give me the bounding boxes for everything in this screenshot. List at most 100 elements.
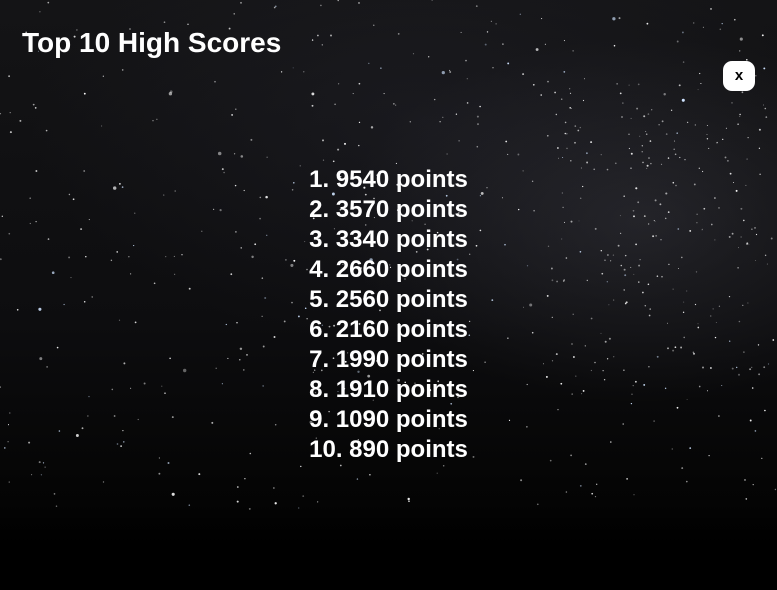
star bbox=[412, 53, 415, 55]
star bbox=[495, 23, 497, 25]
star bbox=[706, 138, 709, 140]
star bbox=[577, 129, 580, 132]
star bbox=[667, 157, 670, 159]
star bbox=[633, 494, 635, 496]
score-entry: 9. 1090 points bbox=[309, 406, 468, 433]
star bbox=[616, 83, 618, 85]
star bbox=[637, 83, 640, 86]
star bbox=[337, 148, 340, 151]
star bbox=[741, 91, 744, 94]
star bbox=[47, 1, 50, 4]
star bbox=[678, 84, 681, 87]
star bbox=[34, 107, 37, 109]
star bbox=[53, 493, 56, 495]
star bbox=[697, 89, 699, 91]
star bbox=[519, 13, 521, 15]
star bbox=[622, 102, 624, 104]
star bbox=[505, 140, 508, 143]
star bbox=[233, 153, 236, 155]
star bbox=[737, 123, 739, 125]
star bbox=[449, 71, 452, 73]
star bbox=[39, 11, 41, 13]
star bbox=[628, 147, 631, 150]
star bbox=[330, 34, 332, 37]
star bbox=[490, 20, 493, 22]
star bbox=[233, 13, 235, 15]
star bbox=[679, 156, 681, 159]
star bbox=[619, 92, 622, 95]
star bbox=[156, 118, 158, 120]
star bbox=[554, 91, 556, 94]
star bbox=[393, 103, 395, 105]
star bbox=[686, 480, 688, 483]
star bbox=[761, 34, 764, 37]
star bbox=[686, 121, 689, 124]
star bbox=[710, 7, 712, 10]
star bbox=[322, 139, 324, 142]
star bbox=[492, 67, 494, 69]
star bbox=[612, 17, 616, 21]
star bbox=[311, 104, 314, 107]
star bbox=[594, 496, 597, 498]
star bbox=[739, 113, 741, 116]
star bbox=[676, 40, 679, 43]
star bbox=[370, 126, 374, 129]
star bbox=[591, 492, 594, 495]
star bbox=[596, 483, 598, 485]
star bbox=[102, 75, 104, 77]
star bbox=[273, 487, 275, 489]
star bbox=[646, 22, 649, 25]
star bbox=[507, 153, 509, 155]
star bbox=[507, 62, 510, 65]
star bbox=[455, 113, 458, 115]
star bbox=[321, 44, 323, 46]
star bbox=[673, 148, 675, 151]
star bbox=[563, 40, 565, 42]
star bbox=[163, 21, 166, 24]
star bbox=[560, 98, 563, 100]
star bbox=[446, 153, 448, 155]
star bbox=[613, 44, 616, 47]
star bbox=[630, 152, 633, 155]
star bbox=[641, 151, 643, 153]
star bbox=[332, 160, 335, 163]
star bbox=[557, 147, 559, 149]
star bbox=[486, 31, 489, 33]
star bbox=[337, 0, 339, 2]
star bbox=[651, 109, 653, 111]
star bbox=[532, 83, 535, 86]
star bbox=[235, 108, 237, 110]
star bbox=[673, 140, 676, 142]
star bbox=[746, 158, 748, 160]
star bbox=[721, 22, 723, 25]
star bbox=[726, 159, 729, 162]
star bbox=[600, 154, 602, 156]
star bbox=[32, 103, 35, 106]
star bbox=[590, 141, 593, 144]
star bbox=[0, 113, 2, 115]
star bbox=[642, 161, 644, 164]
star bbox=[744, 479, 746, 481]
star bbox=[9, 112, 11, 114]
close-button[interactable]: x bbox=[723, 61, 755, 91]
score-entry: 4. 2660 points bbox=[309, 256, 468, 283]
star bbox=[368, 62, 370, 65]
star bbox=[725, 127, 727, 129]
star bbox=[83, 92, 86, 95]
page-title: Top 10 High Scores bbox=[22, 27, 282, 58]
star bbox=[45, 129, 48, 132]
star bbox=[574, 141, 576, 144]
star bbox=[44, 466, 46, 468]
score-entry: 3. 3340 points bbox=[309, 226, 468, 253]
star bbox=[565, 491, 568, 493]
star bbox=[431, 0, 433, 1]
star bbox=[681, 31, 684, 34]
star bbox=[682, 61, 685, 63]
star bbox=[240, 155, 244, 158]
star bbox=[240, 1, 242, 4]
star bbox=[428, 56, 430, 58]
star bbox=[702, 26, 704, 28]
star bbox=[716, 141, 718, 144]
star bbox=[522, 73, 525, 76]
star bbox=[569, 92, 572, 95]
